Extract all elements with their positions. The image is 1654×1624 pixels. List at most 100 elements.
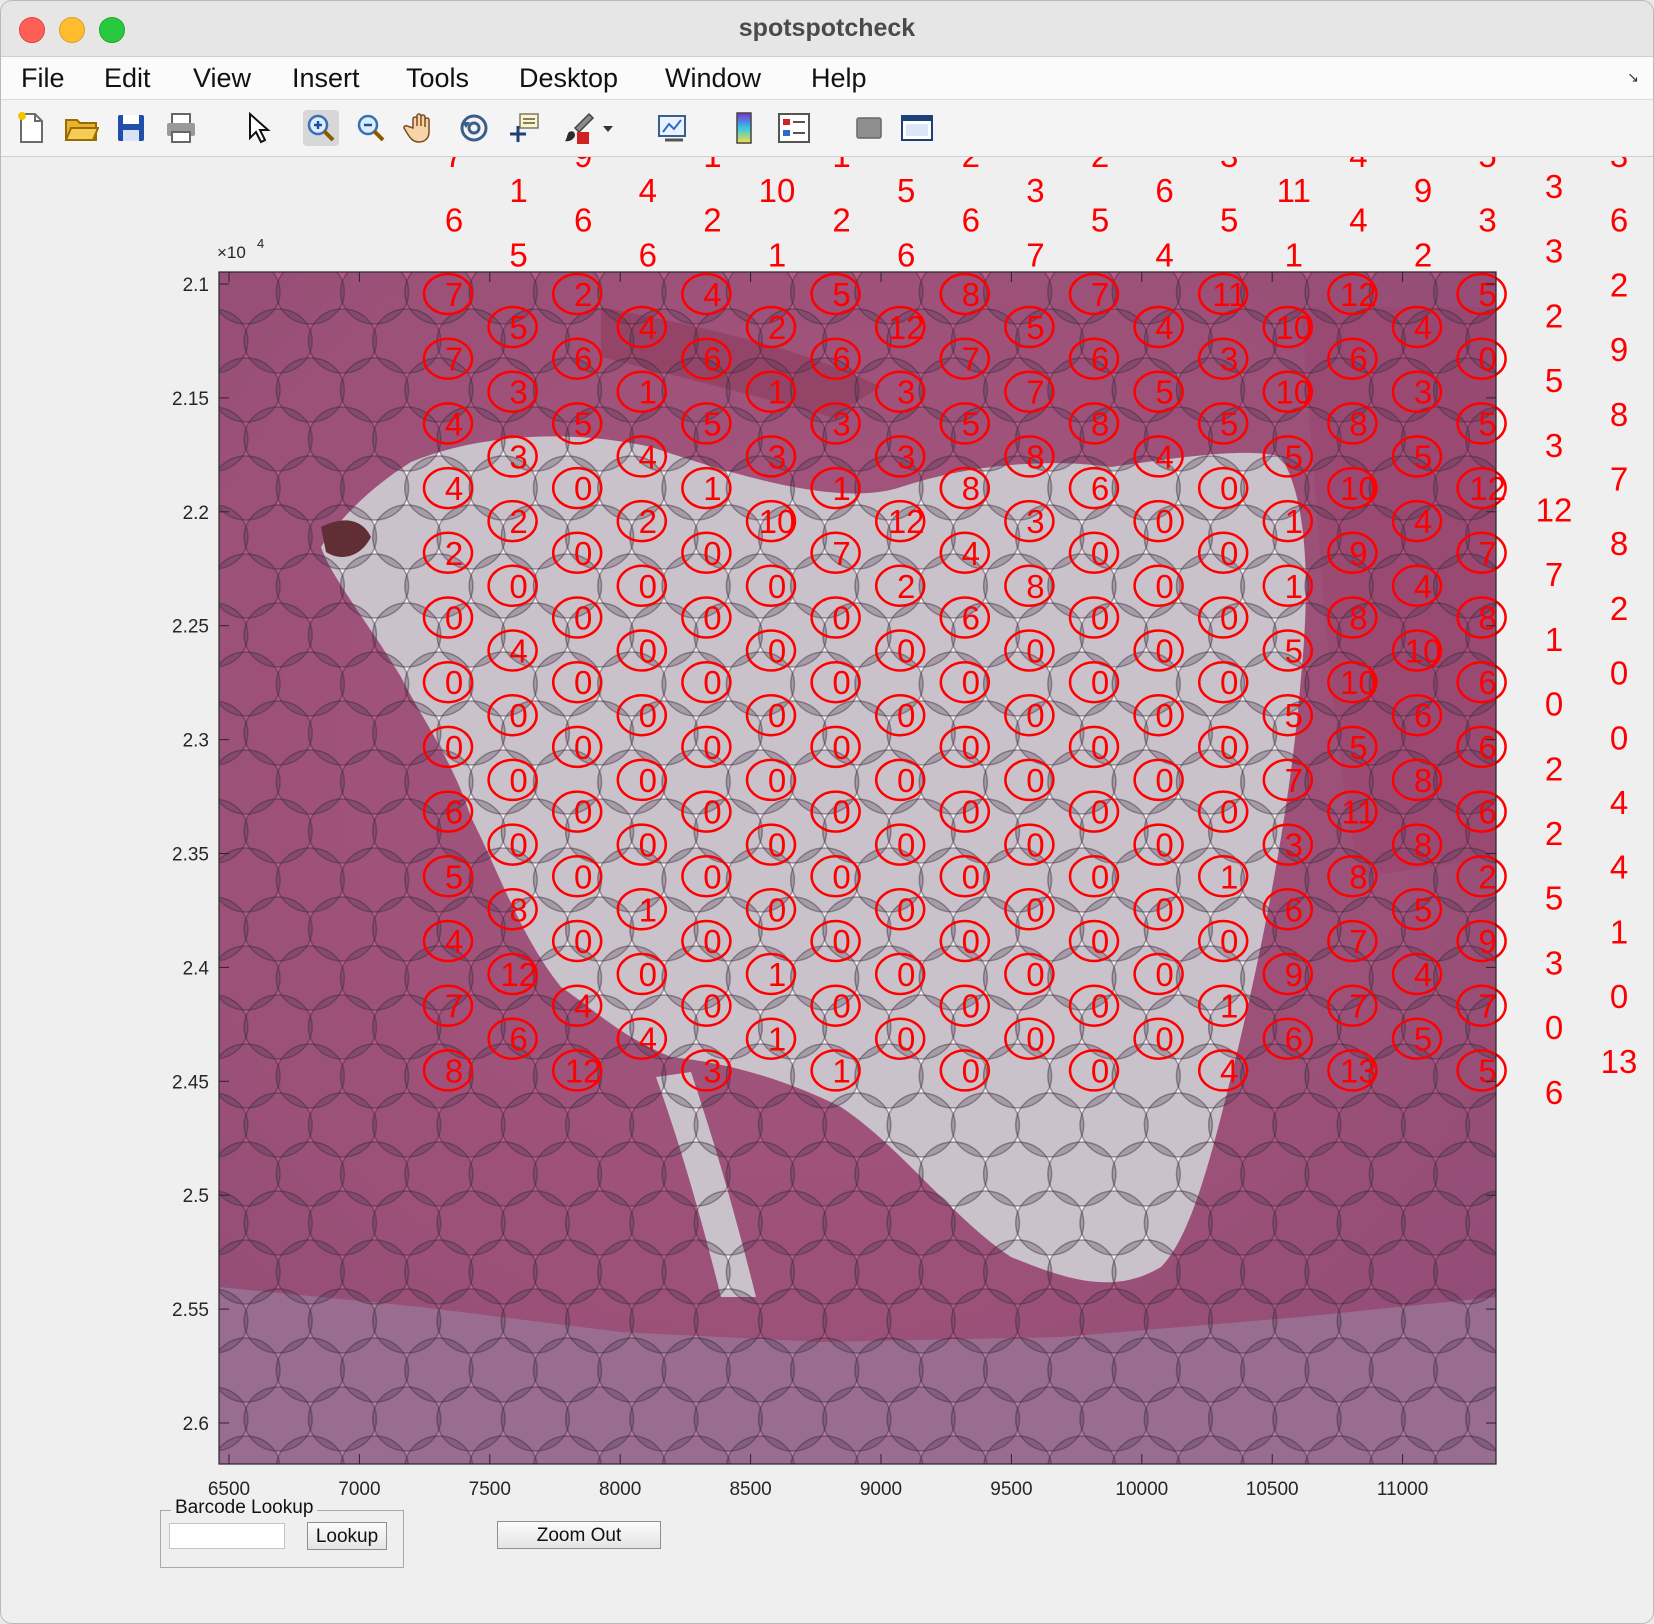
spot-count-label: 8 — [1478, 600, 1496, 637]
spot-count-label: 8 — [1026, 568, 1044, 605]
rotate-3d-icon[interactable] — [456, 110, 492, 146]
pointer-icon[interactable] — [241, 110, 277, 146]
spot-count-label: 0 — [1610, 978, 1628, 1015]
spot-count-label: 4 — [639, 309, 657, 346]
lookup-button[interactable]: Lookup — [307, 1522, 387, 1550]
spot-count-label: 8 — [1026, 438, 1044, 475]
spot-count-label: 5 — [1414, 438, 1432, 475]
menu-help[interactable]: Help — [811, 63, 867, 94]
spot-count-label: 4 — [1155, 237, 1173, 274]
barcode-spot — [1530, 1191, 1598, 1255]
spot-count-label: 12 — [1340, 276, 1377, 313]
legend-icon[interactable] — [776, 110, 812, 146]
spot-count-label: 0 — [897, 956, 915, 993]
spot-count-label: 0 — [1155, 503, 1173, 540]
menu-file[interactable]: File — [21, 63, 65, 94]
barcode-input[interactable] — [169, 1523, 285, 1549]
spot-count-label: 2 — [1091, 157, 1109, 174]
spot-count-label: 6 — [1478, 794, 1496, 831]
show-plot-tools-icon[interactable] — [899, 110, 935, 146]
spot-count-label: 0 — [962, 729, 980, 766]
colorbar-icon[interactable] — [726, 110, 762, 146]
spot-count-label: 11 — [1212, 276, 1246, 313]
zoom-out-icon[interactable] — [353, 110, 389, 146]
spot-count-label: 0 — [703, 729, 721, 766]
spot-count-label: 0 — [509, 827, 527, 864]
pan-hand-icon[interactable] — [403, 110, 439, 146]
menu-view[interactable]: View — [193, 63, 251, 94]
spot-count-label: 3 — [509, 374, 527, 411]
new-file-icon[interactable] — [13, 110, 49, 146]
barcode-spot — [1530, 603, 1598, 667]
y-exponent-power: 4 — [257, 236, 264, 251]
spot-count-label: 6 — [703, 341, 721, 378]
spot-count-label: 3 — [1545, 427, 1563, 464]
spot-count-label: 6 — [509, 1021, 527, 1058]
link-plot-icon[interactable] — [655, 110, 691, 146]
spot-count-label: 7 — [445, 276, 463, 313]
menu-window[interactable]: Window — [665, 63, 761, 94]
y-tick-label: 2.45 — [172, 1072, 209, 1093]
spot-count-label: 5 — [1545, 362, 1563, 399]
dock-figure-icon[interactable]: ↘ — [1627, 69, 1639, 86]
spot-count-label: 9 — [1478, 923, 1496, 960]
barcode-lookup-title: Barcode Lookup — [171, 1497, 318, 1519]
brush-dropdown-icon[interactable] — [599, 110, 617, 146]
y-tick-label: 2.25 — [172, 617, 209, 638]
brush-icon[interactable] — [561, 110, 597, 146]
spot-count-label: 2 — [1610, 266, 1628, 303]
barcode-spot — [790, 1435, 860, 1464]
menu-tools[interactable]: Tools — [406, 63, 469, 94]
spot-count-label: 2 — [1478, 858, 1496, 895]
spot-count-label: 3 — [703, 1052, 721, 1089]
barcode-spot — [1530, 1093, 1598, 1157]
spot-count-label: 0 — [1545, 1009, 1563, 1046]
spot-count-label: 2 — [1610, 590, 1628, 627]
spot-count-label: 13 — [1601, 1043, 1638, 1080]
save-icon[interactable] — [113, 110, 149, 146]
spot-count-label: 4 — [1414, 309, 1432, 346]
y-tick-label: 2.15 — [172, 389, 209, 410]
spot-count-label: 0 — [703, 794, 721, 831]
spot-count-label: 0 — [768, 762, 786, 799]
spot-count-label: 12 — [1536, 492, 1573, 529]
spot-count-label: 12 — [565, 1052, 602, 1089]
zoom-in-icon[interactable] — [303, 110, 339, 146]
spot-count-label: 0 — [768, 827, 786, 864]
spot-count-label: 5 — [1285, 697, 1303, 734]
spot-count-label: 0 — [1091, 664, 1109, 701]
spot-count-label: 0 — [509, 697, 527, 734]
spot-count-label: 5 — [1478, 276, 1496, 313]
spot-count-label: 9 — [1414, 172, 1432, 209]
spot-count-label: 3 — [1610, 157, 1628, 174]
spot-count-label: 6 — [1545, 1074, 1563, 1111]
spot-count-label: 5 — [1414, 891, 1432, 928]
print-icon[interactable] — [163, 110, 199, 146]
y-tick-label: 2.3 — [183, 731, 209, 752]
spot-count-label: 5 — [1220, 405, 1238, 442]
spot-count-label: 5 — [1349, 729, 1367, 766]
zoom-out-button[interactable]: Zoom Out — [497, 1521, 661, 1549]
spot-count-label: 5 — [1545, 880, 1563, 917]
hide-plot-tools-icon[interactable] — [851, 110, 887, 146]
spot-count-label: 1 — [639, 891, 657, 928]
spot-count-label: 4 — [1220, 1052, 1238, 1089]
menu-edit[interactable]: Edit — [104, 63, 151, 94]
spot-count-label: 0 — [1026, 956, 1044, 993]
data-cursor-icon[interactable] — [506, 110, 542, 146]
spot-count-label: 0 — [574, 858, 592, 895]
menu-desktop[interactable]: Desktop — [519, 63, 618, 94]
menu-insert[interactable]: Insert — [292, 63, 360, 94]
spot-count-label: 4 — [574, 988, 592, 1025]
barcode-spot — [148, 1436, 216, 1500]
spot-count-label: 0 — [703, 988, 721, 1025]
open-folder-icon[interactable] — [63, 110, 99, 146]
spot-count-label: 0 — [639, 697, 657, 734]
spot-count-label: 12 — [888, 309, 925, 346]
spot-count-label: 7 — [1349, 988, 1367, 1025]
title-bar[interactable]: spotspotcheck — [1, 1, 1653, 57]
spot-count-label: 0 — [1220, 535, 1238, 572]
spot-count-label: 0 — [639, 956, 657, 993]
spot-count-label: 2 — [445, 535, 463, 572]
spot-count-label: 1 — [1220, 988, 1238, 1025]
